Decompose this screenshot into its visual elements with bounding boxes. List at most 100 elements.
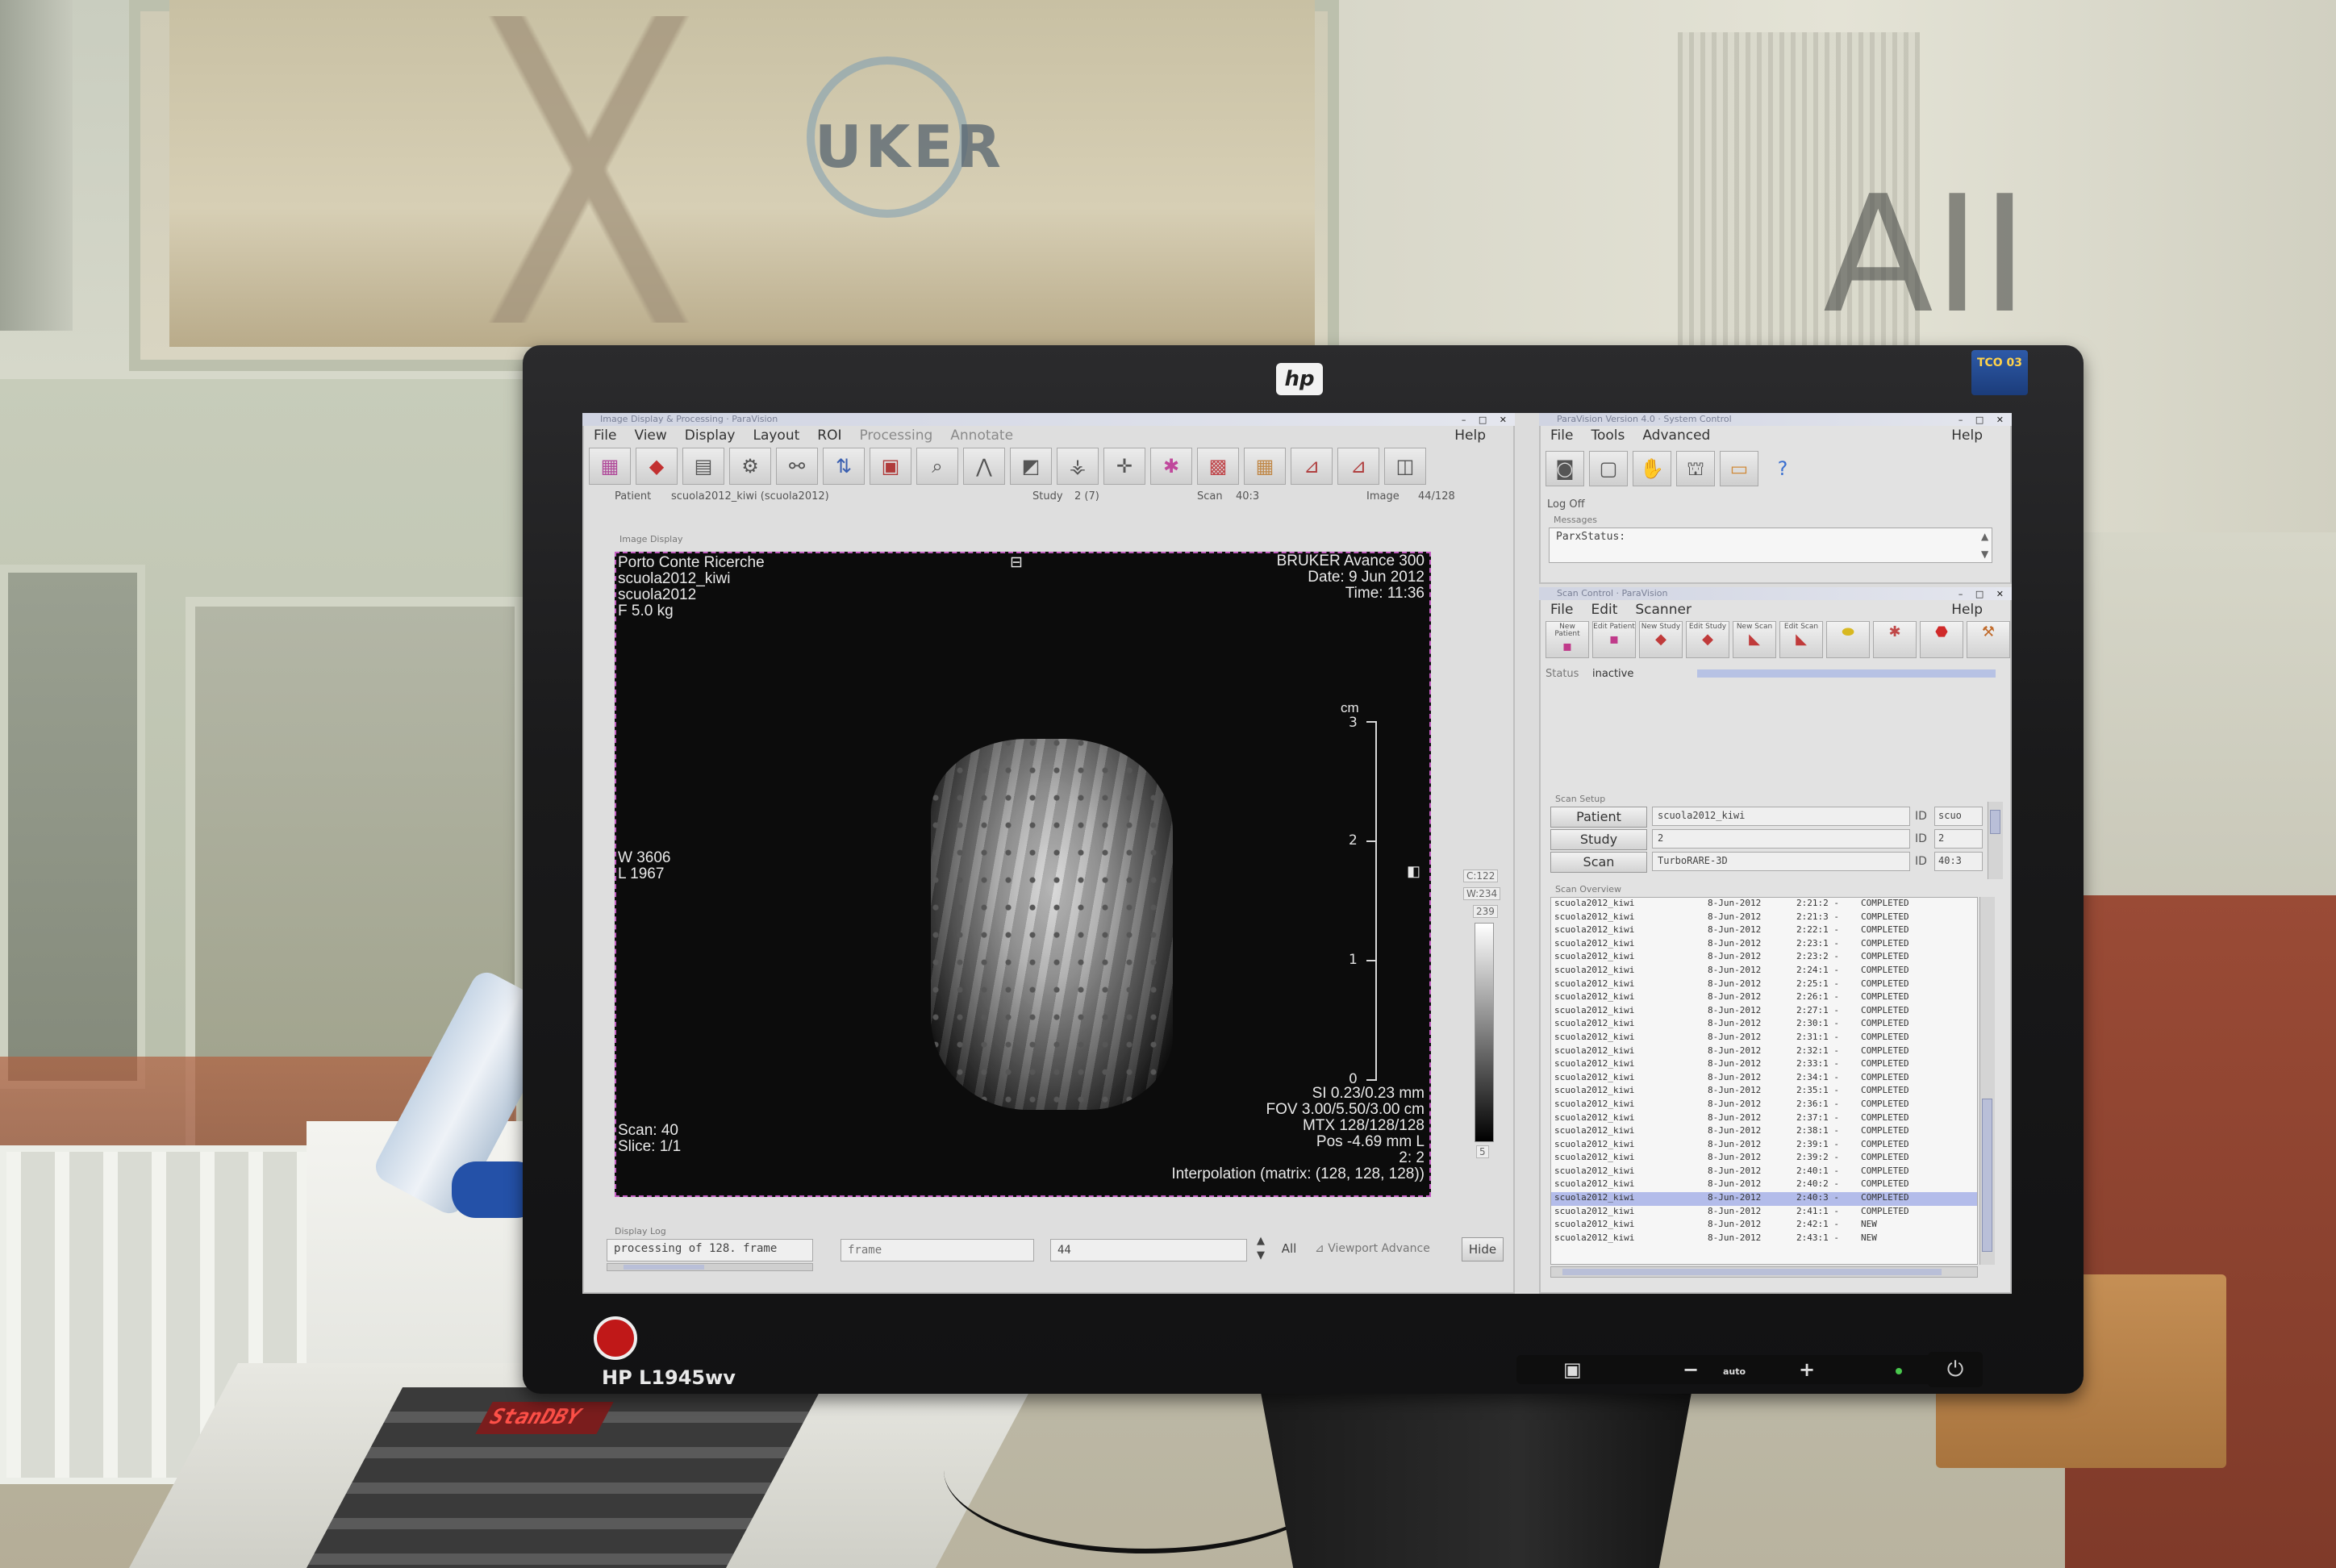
study-id-field[interactable]: 2 (1934, 829, 1983, 849)
menu-file[interactable]: File (1550, 427, 1573, 444)
study-button[interactable]: Study (1550, 829, 1647, 850)
patient-id-field[interactable]: scuo (1934, 807, 1983, 826)
frame-stepper[interactable]: ▲ ▼ (1257, 1234, 1265, 1263)
patient-button[interactable]: Patient (1550, 807, 1647, 828)
wrench-button[interactable]: ⚒ (1967, 621, 2010, 658)
log-scroll-thumb[interactable] (624, 1265, 704, 1270)
window-titlebar[interactable]: Image Display & Processing · ParaVision … (582, 413, 1515, 426)
menu-tools[interactable]: Tools (1591, 427, 1625, 444)
window-controls[interactable]: – □ ✕ (1958, 588, 2009, 600)
overview-icon[interactable]: ▦ (589, 448, 631, 485)
crosshair-icon[interactable]: ✛ (1103, 448, 1145, 485)
scan-list-row[interactable]: scuola2012_kiwi 8-Jun-2012 2:40:3 - COMPLET… (1551, 1192, 1977, 1206)
camera-icon[interactable]: ◙ (1546, 451, 1584, 486)
grid2-icon[interactable]: ▦ (1244, 448, 1286, 485)
scan-list-row[interactable]: scuola2012_kiwi 8-Jun-2012 2:21:2 - COMPLET… (1551, 898, 1977, 911)
gear-icon[interactable]: ⚙ (729, 448, 771, 485)
scan-list-hscroll-thumb[interactable] (1562, 1269, 1942, 1275)
scan-list-row[interactable]: scuola2012_kiwi 8-Jun-2012 2:42:1 - NEW (1551, 1219, 1977, 1232)
frame-icon[interactable]: ▣ (870, 448, 911, 485)
menu-edit[interactable]: Edit (1591, 602, 1617, 618)
frame-number-input[interactable] (1050, 1239, 1247, 1261)
book-icon[interactable]: ▤ (682, 448, 724, 485)
marker-icon[interactable]: ◧ (1407, 863, 1420, 879)
scan-list-row[interactable]: scuola2012_kiwi 8-Jun-2012 2:34:1 - COMPLET… (1551, 1072, 1977, 1086)
menu-view[interactable]: View (634, 427, 666, 444)
graph-icon[interactable]: ⊿ (1291, 448, 1333, 485)
scan-list-row[interactable]: scuola2012_kiwi 8-Jun-2012 2:24:1 - COMPLET… (1551, 965, 1977, 978)
help-icon[interactable]: ? (1763, 451, 1802, 486)
window-titlebar[interactable]: Scan Control · ParaVision – □ ✕ (1539, 587, 2012, 600)
power-icon[interactable]: ⏻ (1928, 1352, 1983, 1387)
menu-help[interactable]: Help (1951, 427, 1983, 444)
minus-button[interactable]: − (1683, 1358, 1699, 1381)
graph2-icon[interactable]: ⊿ (1337, 448, 1379, 485)
scan-list-row[interactable]: scuola2012_kiwi 8-Jun-2012 2:23:2 - COMPLET… (1551, 951, 1977, 965)
scan-list-row[interactable]: scuola2012_kiwi 8-Jun-2012 2:23:1 - COMPLET… (1551, 938, 1977, 952)
menu-scanner[interactable]: Scanner (1635, 602, 1692, 618)
edit-scan-button[interactable]: Edit Scan ◣ (1779, 621, 1823, 658)
magnet-icon[interactable]: ⛫ (1676, 451, 1715, 486)
all-button[interactable]: All (1274, 1237, 1304, 1261)
window-controls[interactable]: – □ ✕ (1958, 414, 2009, 426)
scan-list-row[interactable]: scuola2012_kiwi 8-Jun-2012 2:40:2 - COMPLET… (1551, 1178, 1977, 1192)
scan-list-hscrollbar[interactable] (1550, 1266, 1978, 1278)
display-log-field[interactable]: processing of 128. frame (607, 1239, 813, 1261)
patient-field[interactable]: scuola2012_kiwi (1652, 807, 1910, 826)
scan-list-row[interactable]: scuola2012_kiwi 8-Jun-2012 2:39:2 - COMPLET… (1551, 1152, 1977, 1166)
menu-help[interactable]: Help (1454, 427, 1486, 444)
scan-list-row[interactable]: scuola2012_kiwi 8-Jun-2012 2:27:1 - COMPLET… (1551, 1005, 1977, 1019)
image-viewport[interactable]: Porto Conte Ricerche scuola2012_kiwi scu… (615, 552, 1431, 1197)
scan-list-row[interactable]: scuola2012_kiwi 8-Jun-2012 2:32:1 - COMPLET… (1551, 1045, 1977, 1059)
window-controls[interactable]: – □ ✕ (1462, 414, 1512, 426)
scan-list-row[interactable]: scuola2012_kiwi 8-Jun-2012 2:41:1 - COMPLET… (1551, 1206, 1977, 1220)
new-patient-button[interactable]: New Patient ▪ (1546, 621, 1589, 658)
save-icon[interactable]: ⊟ (1010, 555, 1023, 571)
menu-layout[interactable]: Layout (753, 427, 799, 444)
menu-file[interactable]: File (594, 427, 616, 444)
stop-button[interactable]: ⬣ (1920, 621, 1963, 658)
screenshot-icon[interactable]: ◫ (1384, 448, 1426, 485)
checkbox-icon[interactable]: ⊿ (1315, 1242, 1324, 1255)
window-titlebar[interactable]: ParaVision Version 4.0 · System Control … (1539, 413, 2012, 426)
capture-icon[interactable]: ▢ (1589, 451, 1628, 486)
scan-list-row[interactable]: scuola2012_kiwi 8-Jun-2012 2:21:3 - COMPLET… (1551, 911, 1977, 925)
edit-patient-button[interactable]: Edit Patient ▪ (1592, 621, 1636, 658)
scan-overview-list[interactable]: scuola2012_kiwi 8-Jun-2012 2:21:2 - COMPLET… (1550, 897, 1978, 1265)
log-scrollbar[interactable] (607, 1263, 813, 1271)
menu-advanced[interactable]: Advanced (1642, 427, 1710, 444)
frame-input[interactable] (841, 1239, 1034, 1261)
scan-list-scroll-thumb[interactable] (1982, 1099, 1992, 1252)
menu-roi[interactable]: ROI (817, 427, 841, 444)
scan-list-row[interactable]: scuola2012_kiwi 8-Jun-2012 2:35:1 - COMPLET… (1551, 1085, 1977, 1099)
roi-icon[interactable]: ✱ (1150, 448, 1192, 485)
edit-study-button[interactable]: Edit Study ◆ (1686, 621, 1729, 658)
scan-list-row[interactable]: scuola2012_kiwi 8-Jun-2012 2:39:1 - COMPLET… (1551, 1139, 1977, 1153)
new-scan-button[interactable]: New Scan ◣ (1733, 621, 1776, 658)
scan-list-row[interactable]: scuola2012_kiwi 8-Jun-2012 2:40:1 - COMPLET… (1551, 1166, 1977, 1179)
scan-list-scrollbar[interactable] (1979, 897, 1995, 1265)
new-study-button[interactable]: New Study ◆ (1639, 621, 1683, 658)
input-icon[interactable]: ▣ (1563, 1358, 1582, 1381)
traffic-button[interactable]: ⬬ (1826, 621, 1870, 658)
scan-id-field[interactable]: 40:3 (1934, 852, 1983, 871)
scan-list-row[interactable]: scuola2012_kiwi 8-Jun-2012 2:38:1 - COMPLET… (1551, 1125, 1977, 1139)
messages-scroll[interactable]: ▲ ▼ (1981, 528, 1988, 563)
monitor-icon[interactable]: ▭ (1720, 451, 1758, 486)
study-field[interactable]: 2 (1652, 829, 1910, 849)
scan-button[interactable]: Scan (1550, 852, 1647, 873)
adjust-icon[interactable]: ⇅ (823, 448, 865, 485)
setup-scroll-thumb[interactable] (1990, 810, 2000, 834)
scan-list-row[interactable]: scuola2012_kiwi 8-Jun-2012 2:25:1 - COMPLET… (1551, 978, 1977, 992)
shoe-icon[interactable]: ◆ (636, 448, 678, 485)
messages-field[interactable]: ParxStatus: (1549, 528, 1992, 563)
link-icon[interactable]: ⚯ (776, 448, 818, 485)
scan-list-row[interactable]: scuola2012_kiwi 8-Jun-2012 2:43:1 - NEW (1551, 1232, 1977, 1246)
menu-display[interactable]: Display (685, 427, 736, 444)
scan-list-row[interactable]: scuola2012_kiwi 8-Jun-2012 2:37:1 - COMPLET… (1551, 1112, 1977, 1126)
plus-button[interactable]: + (1799, 1358, 1815, 1381)
grid-icon[interactable]: ▩ (1197, 448, 1239, 485)
scan-field[interactable]: TurboRARE-3D (1652, 852, 1910, 871)
setup-scrollbar[interactable] (1988, 802, 2003, 879)
hand-icon[interactable]: ✋ (1633, 451, 1671, 486)
